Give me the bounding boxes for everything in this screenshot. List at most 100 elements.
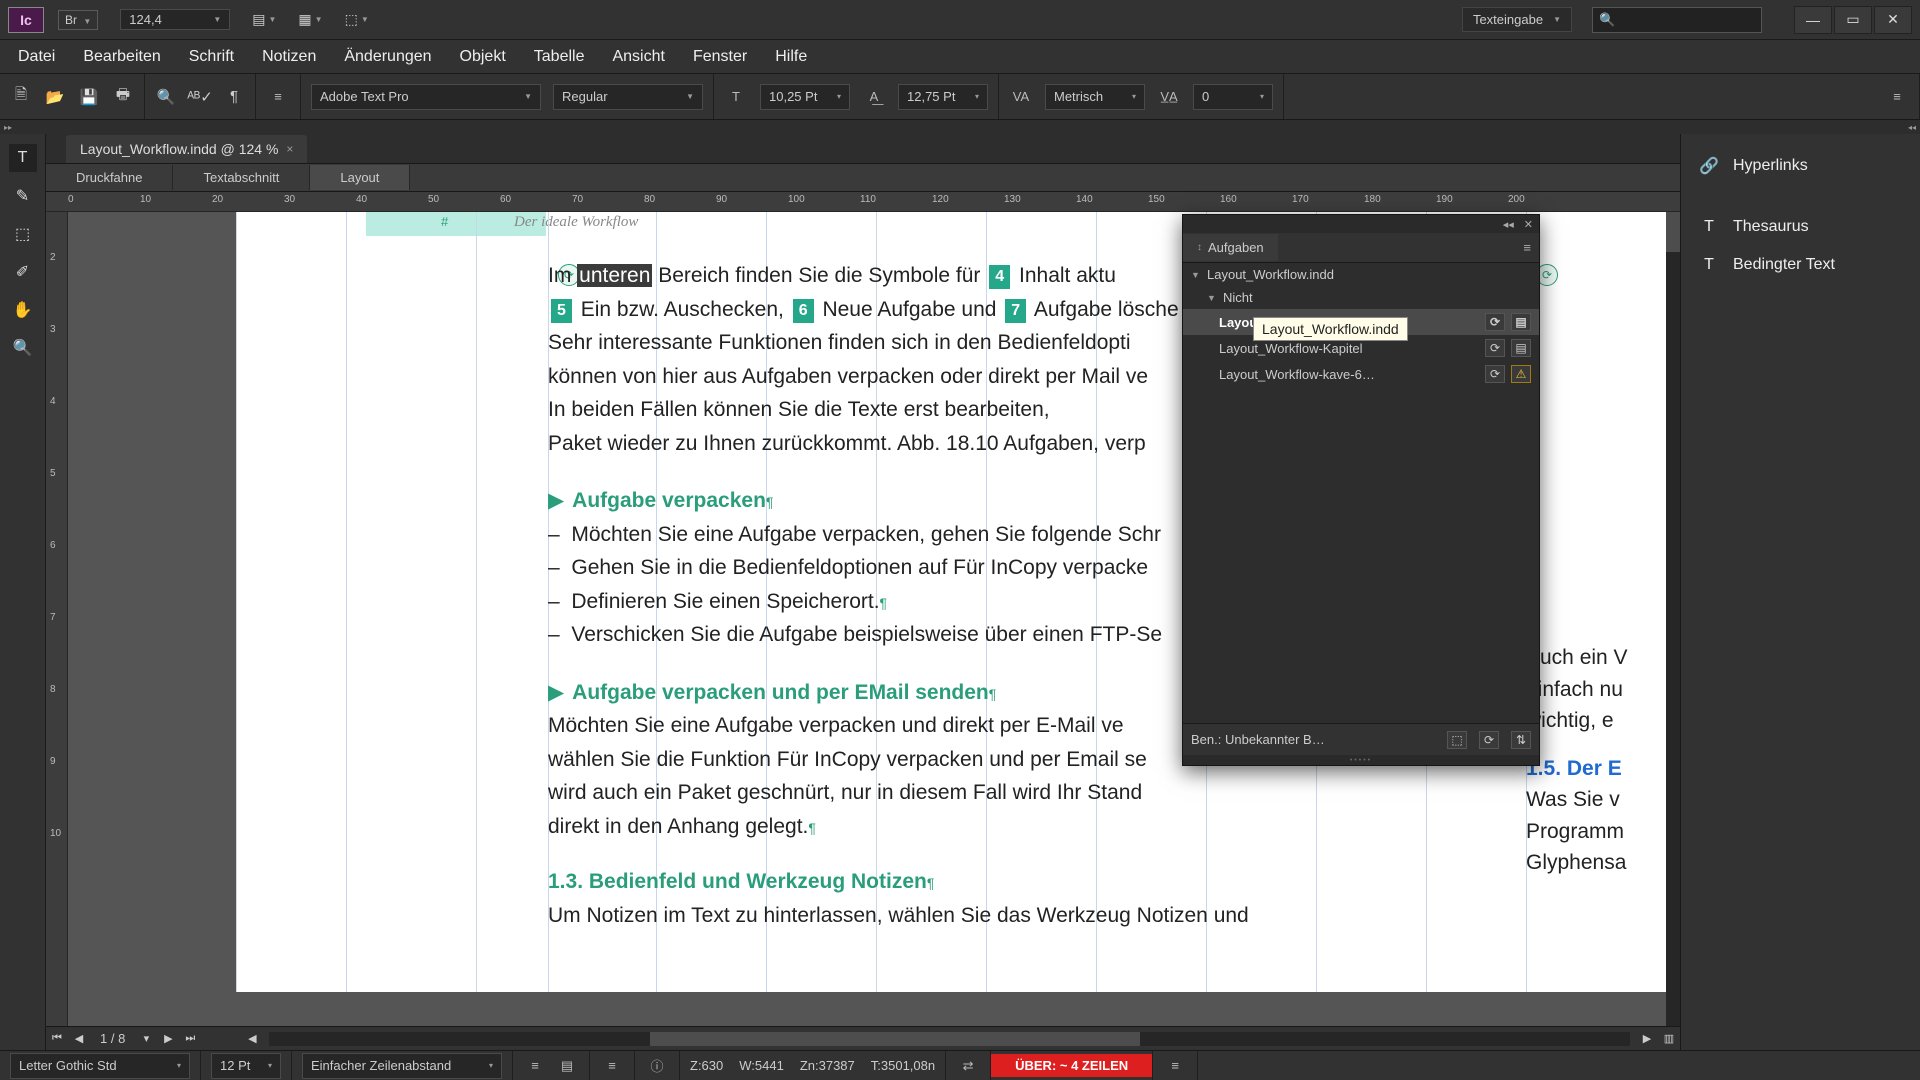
- view-options-2-icon[interactable]: ▦▼: [298, 11, 322, 28]
- zoom-field[interactable]: 124,4▼: [120, 9, 230, 30]
- right-column-frame[interactable]: Auch ein V einfach nu wichtig, e 1.5. De…: [1526, 642, 1680, 879]
- menu-schrift[interactable]: Schrift: [175, 42, 248, 72]
- font-family-field[interactable]: Adobe Text Pro▼: [311, 84, 541, 110]
- window-minimize-button[interactable]: —: [1794, 6, 1832, 34]
- note-tool-icon[interactable]: ✎: [9, 182, 37, 210]
- left-expand-handle[interactable]: ▸▸: [0, 120, 16, 134]
- hyperlinks-panel-tab[interactable]: 🔗Hyperlinks: [1681, 146, 1920, 186]
- view-options-3-icon[interactable]: ⬚▼: [345, 11, 369, 28]
- eyedropper-tool-icon[interactable]: ✐: [9, 258, 37, 286]
- menu-notizen[interactable]: Notizen: [248, 42, 330, 72]
- info-icon[interactable]: ⓘ: [645, 1054, 669, 1078]
- link-icon[interactable]: ⟳: [1485, 365, 1505, 383]
- panel-resize-handle[interactable]: •••••: [1183, 755, 1539, 765]
- tracking-field[interactable]: 0▾: [1193, 84, 1273, 110]
- close-panel-icon[interactable]: ✕: [1524, 218, 1533, 231]
- workspace-switcher[interactable]: Texteingabe▼: [1462, 7, 1572, 32]
- conditional-text-panel-tab[interactable]: TBedingter Text: [1681, 246, 1920, 284]
- status-font-field[interactable]: Letter Gothic Std▾: [10, 1053, 190, 1079]
- print-icon[interactable]: 🖶: [112, 86, 134, 108]
- assignment-root-row[interactable]: ▼Layout_Workflow.indd: [1183, 263, 1539, 286]
- status-spacing-field[interactable]: Einfacher Zeilenabstand▾: [302, 1053, 502, 1079]
- font-style-field[interactable]: Regular▼: [553, 84, 703, 110]
- tab-textabschnitt[interactable]: Textabschnitt: [173, 165, 310, 190]
- tab-layout[interactable]: Layout: [310, 165, 410, 190]
- assignment-item-3[interactable]: Layout_Workflow-kave-6… ⟳⚠: [1183, 361, 1539, 387]
- vertical-ruler[interactable]: 2 3 4 5 6 7 8 9 10: [46, 212, 68, 1050]
- link-icon[interactable]: ⟳: [1485, 313, 1505, 331]
- panel-menu-4-icon[interactable]: ≡: [1163, 1054, 1187, 1078]
- horizontal-ruler[interactable]: 0 10 20 30 40 50 60 70 80 90 100 110 120…: [46, 192, 1680, 212]
- horizontal-scrollbar[interactable]: [269, 1032, 1630, 1046]
- panel-menu-3-icon[interactable]: ≡: [600, 1054, 624, 1078]
- menu-bearbeiten[interactable]: Bearbeiten: [69, 42, 174, 72]
- menu-tabelle[interactable]: Tabelle: [520, 42, 599, 72]
- ruler-tick: 40: [356, 194, 367, 205]
- font-size-field[interactable]: 10,25 Pt▾: [760, 84, 850, 110]
- search-input[interactable]: 🔍: [1592, 7, 1762, 33]
- vertical-scrollbar[interactable]: [1666, 212, 1680, 1026]
- align-justify-icon[interactable]: ▤: [555, 1054, 579, 1078]
- menu-ansicht[interactable]: Ansicht: [598, 42, 678, 72]
- spellcheck-icon[interactable]: ᴬᴮ✓: [189, 86, 211, 108]
- warning-icon[interactable]: ⚠: [1511, 365, 1531, 383]
- prev-page-button[interactable]: ◀: [68, 1028, 90, 1050]
- thesaurus-panel-tab[interactable]: TThesaurus: [1681, 208, 1920, 246]
- close-tab-icon[interactable]: ×: [286, 142, 293, 156]
- update-content-icon[interactable]: ⬚: [1447, 731, 1467, 749]
- checkout-icon[interactable]: ⇅: [1511, 731, 1531, 749]
- overset-indicator[interactable]: ÜBER: ~ 4 ZEILEN: [991, 1054, 1152, 1077]
- assignment-unassigned-row[interactable]: ▼Nicht: [1183, 286, 1539, 309]
- menu-objekt[interactable]: Objekt: [446, 42, 520, 72]
- page-dd-icon[interactable]: ▾: [135, 1028, 157, 1050]
- menu-datei[interactable]: Datei: [4, 42, 69, 72]
- panel-menu-1-icon[interactable]: ≡: [266, 85, 290, 109]
- font-size-value: 10,25 Pt: [769, 89, 817, 104]
- type-tool-icon[interactable]: T: [9, 144, 37, 172]
- last-page-button[interactable]: ⏭: [179, 1028, 201, 1050]
- panel-menu-2-icon[interactable]: ≡: [1885, 85, 1909, 109]
- prev-spread-button[interactable]: ◀: [241, 1028, 263, 1050]
- text-frame-icon[interactable]: ▤: [1511, 339, 1531, 357]
- text: Glyphensa: [1526, 847, 1680, 879]
- menu-hilfe[interactable]: Hilfe: [761, 42, 821, 72]
- document-tab[interactable]: Layout_Workflow.indd @ 124 %×: [66, 135, 307, 163]
- split-view-icon[interactable]: ▥: [1658, 1028, 1680, 1050]
- find-icon[interactable]: 🔍: [155, 86, 177, 108]
- menu-fenster[interactable]: Fenster: [679, 42, 761, 72]
- vertical-scroll-thumb[interactable]: [1666, 212, 1680, 252]
- open-icon[interactable]: 📂: [44, 86, 66, 108]
- window-close-button[interactable]: ✕: [1874, 6, 1912, 34]
- align-left-icon[interactable]: ≡: [523, 1054, 547, 1078]
- status-size-field[interactable]: 12 Pt▾: [211, 1053, 281, 1079]
- copyfit-icon[interactable]: ⇄: [956, 1054, 980, 1078]
- text-frame-icon[interactable]: ▤: [1511, 313, 1531, 331]
- refresh-icon[interactable]: ⟳: [1479, 731, 1499, 749]
- first-page-button[interactable]: ⏮: [46, 1028, 68, 1050]
- bridge-button[interactable]: Br ▼: [58, 10, 98, 30]
- kerning-field[interactable]: Metrisch▾: [1045, 84, 1145, 110]
- assignments-panel[interactable]: ◂◂ ✕ Aufgaben ≡ ▼Layout_Workflow.indd ▼N…: [1182, 214, 1540, 766]
- collapse-panel-icon[interactable]: ◂◂: [1503, 218, 1514, 231]
- ruler-tick: 80: [644, 194, 655, 205]
- leading-field[interactable]: 12,75 Pt▾: [898, 84, 988, 110]
- tab-druckfahne[interactable]: Druckfahne: [46, 165, 173, 190]
- horizontal-scroll-thumb[interactable]: [650, 1032, 1140, 1046]
- menu-aenderungen[interactable]: Änderungen: [330, 42, 445, 72]
- hand-tool-icon[interactable]: ✋: [9, 296, 37, 324]
- next-spread-button[interactable]: ▶: [1636, 1028, 1658, 1050]
- paragraph-icon[interactable]: ¶: [223, 86, 245, 108]
- zoom-tool-icon[interactable]: 🔍: [9, 334, 37, 362]
- new-doc-icon[interactable]: 🗎: [10, 86, 32, 108]
- window-maximize-button[interactable]: ▭: [1834, 6, 1872, 34]
- page-number[interactable]: 1 / 8: [90, 1031, 135, 1046]
- link-icon[interactable]: ⟳: [1485, 339, 1505, 357]
- panel-options-icon[interactable]: ≡: [1523, 240, 1539, 255]
- view-options-1-icon[interactable]: ▤▼: [252, 11, 276, 28]
- save-icon[interactable]: 💾: [78, 86, 100, 108]
- next-page-button[interactable]: ▶: [157, 1028, 179, 1050]
- position-tool-icon[interactable]: ⬚: [9, 220, 37, 248]
- right-expand-handle[interactable]: ◂◂: [1904, 120, 1920, 134]
- assignments-tab[interactable]: Aufgaben: [1183, 234, 1278, 261]
- panel-label: Hyperlinks: [1733, 157, 1808, 175]
